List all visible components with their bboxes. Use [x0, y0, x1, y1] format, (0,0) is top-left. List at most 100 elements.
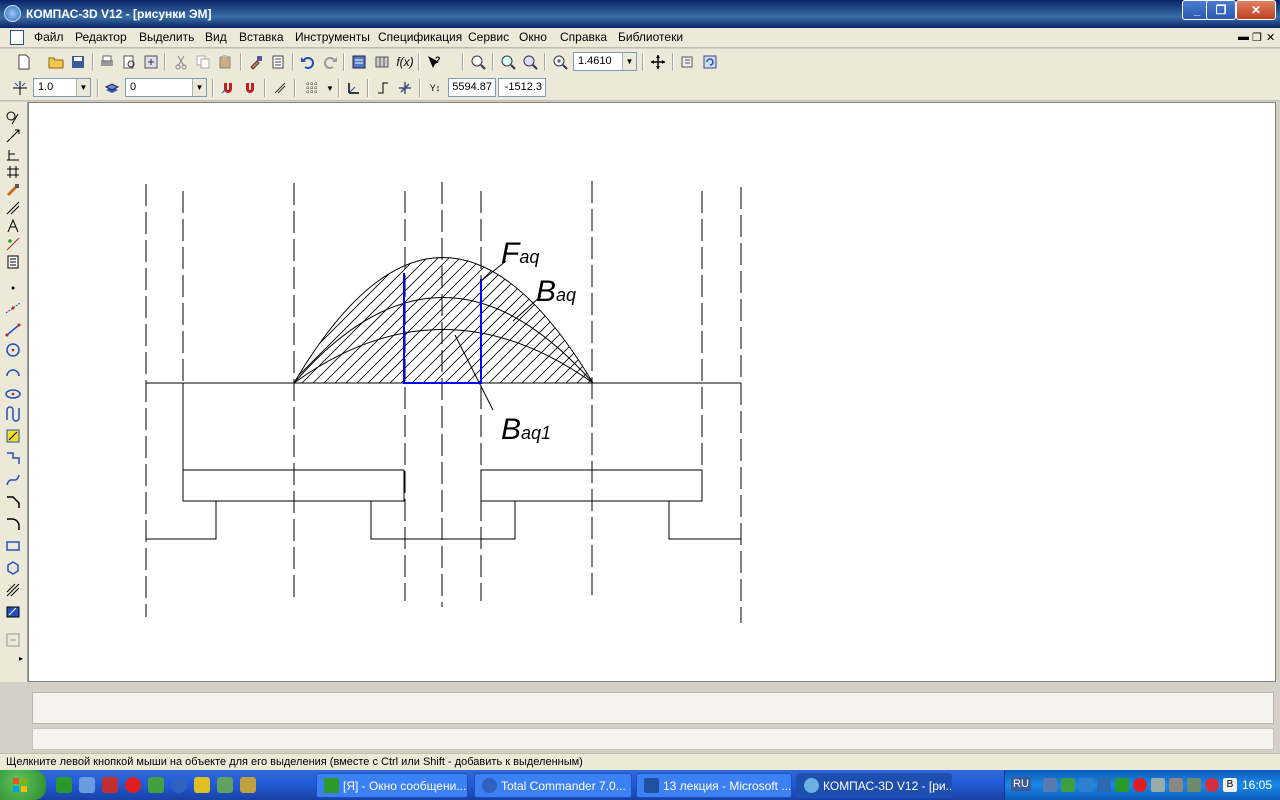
menu-tools[interactable]: Инструменты — [295, 30, 370, 44]
help-pointer-icon[interactable]: ? — [424, 52, 444, 72]
icq-tray-icon[interactable] — [1115, 778, 1129, 792]
menu-insert[interactable]: Вставка — [239, 30, 284, 44]
layer-combo[interactable]: 0 ▼ — [125, 78, 207, 97]
fillet-icon[interactable] — [5, 516, 23, 534]
show-desktop-icon[interactable] — [79, 777, 95, 793]
title-bar[interactable]: КОМПАС-3D V12 - [рисунки ЭМ] _ ❐ ✕ — [0, 0, 1280, 28]
chevron-down-icon[interactable]: ▼ — [320, 78, 340, 98]
bezier-icon[interactable] — [5, 472, 23, 490]
point-icon[interactable] — [5, 280, 23, 298]
quicklaunch-icon-3[interactable] — [102, 777, 118, 793]
tray-icon-11[interactable]: B — [1223, 778, 1237, 792]
task-kompas[interactable]: КОМПАС-3D V12 - [ри... — [796, 773, 952, 798]
print-preview-icon[interactable] — [119, 52, 139, 72]
quicklaunch-icon-8[interactable] — [217, 777, 233, 793]
local-snap-icon[interactable] — [240, 78, 260, 98]
tray-icon-4[interactable] — [1097, 778, 1111, 792]
arc-icon[interactable] — [5, 364, 23, 382]
format-brush-icon[interactable] — [246, 52, 266, 72]
ellipse-icon[interactable] — [5, 386, 23, 404]
circle-icon[interactable] — [5, 342, 23, 360]
properties-icon[interactable] — [141, 52, 161, 72]
print-icon[interactable] — [97, 52, 117, 72]
chamfer-icon[interactable] — [5, 494, 23, 512]
task-word[interactable]: 13 лекция - Microsoft ... — [636, 773, 792, 798]
chevron-down-icon[interactable]: ▼ — [76, 79, 90, 96]
hatch-fill-icon[interactable] — [5, 428, 23, 446]
chevron-down-icon[interactable]: ▼ — [192, 79, 206, 96]
zoom-in-icon[interactable] — [550, 52, 570, 72]
pan-icon[interactable] — [648, 52, 668, 72]
tray-icon-9[interactable] — [1187, 778, 1201, 792]
redo-icon[interactable] — [320, 52, 340, 72]
tray-icon-8[interactable] — [1169, 778, 1183, 792]
property-panel[interactable] — [32, 692, 1274, 724]
paste-icon[interactable] — [215, 52, 235, 72]
quicklaunch-icon-1[interactable] — [56, 777, 72, 793]
menu-select[interactable]: Выделить — [139, 30, 194, 44]
selection-panel-icon[interactable] — [5, 218, 23, 236]
dimensions-panel-icon[interactable] — [5, 128, 23, 146]
redraw-icon[interactable] — [700, 52, 720, 72]
step-combo[interactable]: 1.0 ▼ — [33, 78, 91, 97]
zoom-scale-icon[interactable] — [520, 52, 540, 72]
list-icon[interactable] — [268, 52, 288, 72]
zoom-all-icon[interactable] — [468, 52, 488, 72]
menu-help[interactable]: Справка — [560, 30, 607, 44]
zoom-combo[interactable]: 1.4610 ▼ — [573, 52, 637, 71]
undo-icon[interactable] — [298, 52, 318, 72]
quicklaunch-icon-7[interactable] — [194, 777, 210, 793]
polyline-icon[interactable] — [5, 450, 23, 468]
tray-icon-1[interactable] — [1043, 778, 1057, 792]
menu-view[interactable]: Вид — [205, 30, 227, 44]
segment-icon[interactable] — [5, 322, 23, 340]
measure-panel-icon[interactable] — [5, 200, 23, 218]
coord-x-field[interactable]: 5594.87 — [448, 78, 496, 97]
drawing-canvas[interactable]: Faq Baq Baq1 — [28, 102, 1276, 682]
fill-icon[interactable] — [5, 604, 23, 622]
network-icon[interactable] — [1079, 778, 1093, 792]
menu-editor[interactable]: Редактор — [75, 30, 127, 44]
maximize-button[interactable]: ❐ — [1206, 0, 1236, 20]
kompas-app-icon[interactable] — [4, 5, 21, 22]
task-total-commander[interactable]: Total Commander 7.0... — [474, 773, 632, 798]
auxiliary-line-icon[interactable] — [5, 300, 23, 318]
menu-file[interactable]: Файл — [34, 30, 64, 44]
rectangle-icon[interactable] — [5, 538, 23, 556]
panel-expand-icon[interactable]: ▸ — [5, 654, 23, 672]
tray-icon-7[interactable] — [1151, 778, 1165, 792]
step-cursor-icon[interactable] — [10, 78, 30, 98]
local-cs-icon[interactable] — [344, 78, 364, 98]
close-button[interactable]: ✕ — [1236, 0, 1276, 20]
start-button[interactable] — [0, 770, 46, 800]
grid-icon[interactable] — [302, 78, 322, 98]
refresh-view-icon[interactable] — [678, 52, 698, 72]
spline-icon[interactable] — [5, 406, 23, 424]
browser-icon[interactable] — [171, 777, 187, 793]
coord-y-field[interactable]: -1512.3 — [498, 78, 546, 97]
quicklaunch-icon-5[interactable] — [148, 777, 164, 793]
variables-button[interactable]: f(x) — [394, 52, 416, 72]
menu-specification[interactable]: Спецификация — [378, 30, 462, 44]
hatch-icon[interactable] — [5, 582, 23, 600]
ortho-mode-icon[interactable] — [373, 78, 393, 98]
cursor-coords-icon[interactable] — [395, 78, 415, 98]
zoom-window-icon[interactable] — [498, 52, 518, 72]
document-icon[interactable] — [10, 30, 24, 45]
language-indicator[interactable]: RU — [1011, 777, 1031, 791]
opera-tray-icon[interactable] — [1133, 778, 1147, 792]
reports-panel-icon[interactable] — [5, 254, 23, 272]
cut-icon[interactable] — [171, 52, 191, 72]
save-icon[interactable] — [68, 52, 88, 72]
spec-panel-icon[interactable] — [5, 236, 23, 254]
parametrization-panel-icon[interactable] — [5, 182, 23, 200]
manager-icon[interactable] — [349, 52, 369, 72]
geometry-panel-icon[interactable] — [5, 110, 23, 128]
mdi-close-button[interactable]: ✕ — [1266, 31, 1275, 44]
snap-magnet-icon[interactable] — [218, 78, 238, 98]
copy-icon[interactable] — [193, 52, 213, 72]
symbols-panel-icon[interactable] — [5, 146, 23, 164]
menu-service[interactable]: Сервис — [468, 30, 509, 44]
menu-libraries[interactable]: Библиотеки — [618, 30, 683, 44]
mdi-minimize-button[interactable]: ▬ — [1238, 31, 1249, 43]
